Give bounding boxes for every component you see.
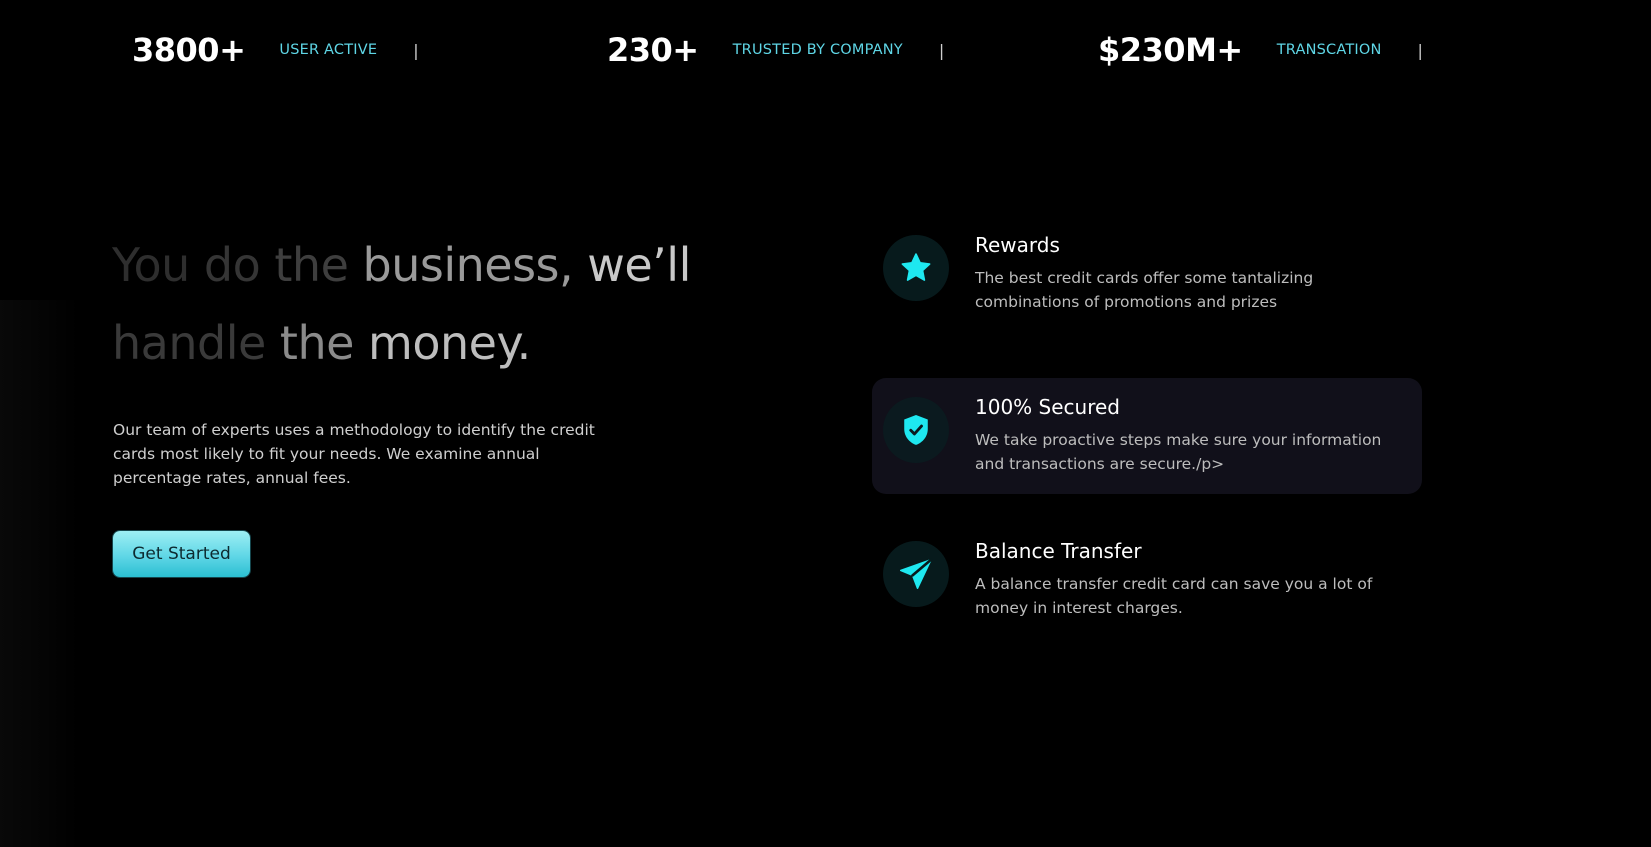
get-started-button[interactable]: Get Started <box>113 531 250 577</box>
star-icon <box>901 253 931 281</box>
headline-word: You <box>112 238 190 292</box>
feature-description: We take proactive steps make sure your i… <box>975 431 1382 473</box>
feature-description: The best credit cards offer some tantali… <box>975 269 1314 311</box>
headline-word: business, <box>362 238 574 292</box>
feature-title: Rewards <box>975 233 1060 257</box>
feature-title: Balance Transfer <box>975 539 1142 563</box>
shield-check-icon <box>904 414 928 445</box>
feature-icon-badge <box>883 235 949 301</box>
stat-value: 3800+ <box>132 31 246 69</box>
stat-separator: | <box>1417 40 1423 60</box>
headline-word: we’ll <box>587 238 691 292</box>
background-glow <box>0 300 80 847</box>
feature-rewards[interactable]: Rewards The best credit cards offer some… <box>872 216 1422 332</box>
stat-label: USER ACTIVE <box>279 42 378 58</box>
stat-users: 3800+ USER ACTIVE | <box>132 28 419 72</box>
headline-word: the <box>274 238 349 292</box>
stat-label: TRANSCATION <box>1276 42 1382 58</box>
stat-transactions: $230M+ TRANSCATION | <box>1098 28 1423 72</box>
stat-companies: 230+ TRUSTED BY COMPANY | <box>607 28 944 72</box>
feature-description: A balance transfer credit card can save … <box>975 575 1373 617</box>
feature-balance-transfer[interactable]: Balance Transfer A balance transfer cred… <box>872 522 1422 638</box>
headline-word: handle <box>112 316 266 370</box>
stat-value: $230M+ <box>1098 31 1243 69</box>
stat-separator: | <box>938 40 945 60</box>
headline-word: do <box>203 238 261 292</box>
feature-icon-badge <box>883 397 949 463</box>
headline-word: money. <box>368 316 531 370</box>
feature-title: 100% Secured <box>975 395 1120 419</box>
stat-label: TRUSTED BY COMPANY <box>732 42 903 58</box>
hero-headline: You do the business, we’ll handle the mo… <box>112 226 752 382</box>
stat-separator: | <box>413 40 419 60</box>
hero-description: Our team of experts uses a methodology t… <box>113 421 595 487</box>
stat-value: 230+ <box>607 31 699 69</box>
headline-word: the <box>279 316 355 370</box>
feature-secured[interactable]: 100% Secured We take proactive steps mak… <box>872 378 1422 494</box>
send-icon <box>899 558 933 589</box>
feature-icon-badge <box>883 541 949 607</box>
